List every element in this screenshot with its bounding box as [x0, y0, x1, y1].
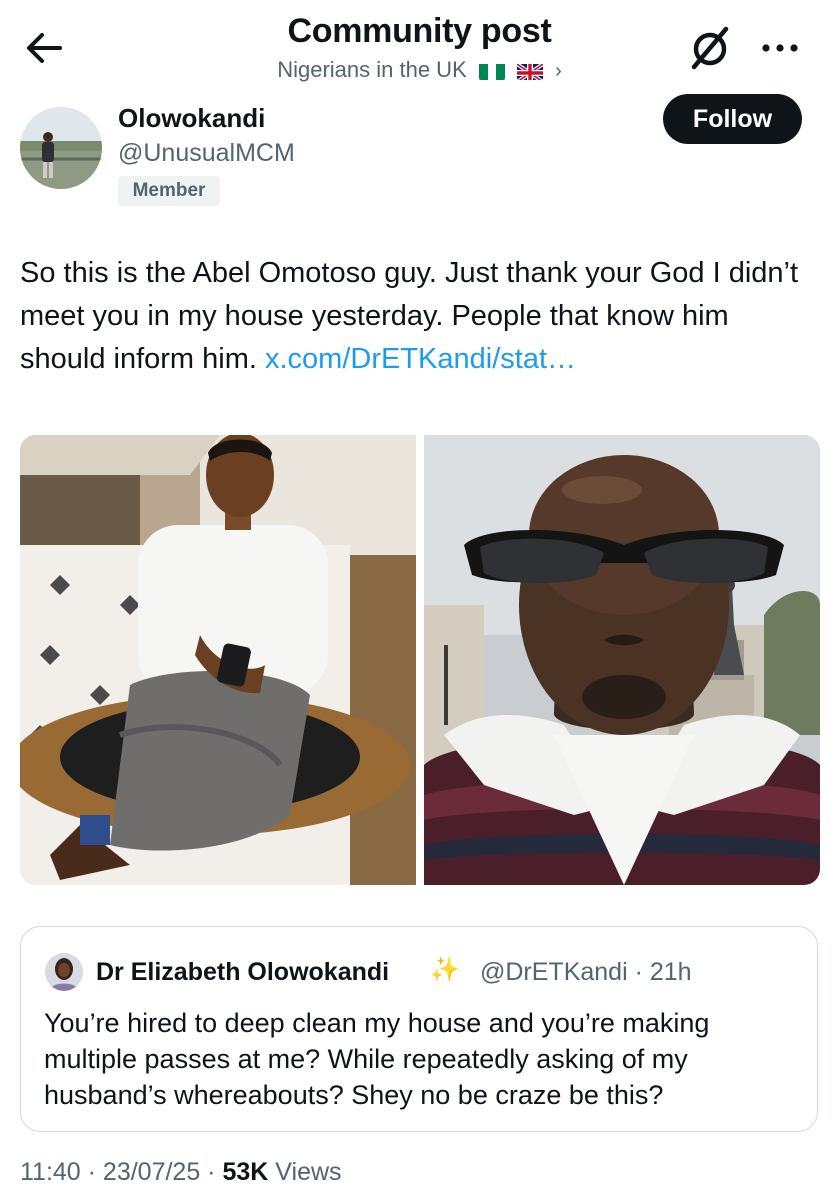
- author-handle[interactable]: @UnusualMCM: [118, 139, 295, 168]
- follow-button[interactable]: Follow: [663, 94, 802, 144]
- quote-author-name: Dr Elizabeth Olowokandi: [96, 958, 390, 986]
- post-text: So this is the Abel Omotoso guy. Just th…: [20, 252, 820, 381]
- post-timestamp: 11:40 · 23/07/25 ·: [20, 1158, 223, 1186]
- views-count: 53K: [222, 1158, 269, 1186]
- post-photo-1[interactable]: [20, 435, 416, 885]
- post-meta: 11:40 · 23/07/25 · 53K Views: [20, 1158, 342, 1187]
- post-photo-2[interactable]: [424, 435, 820, 885]
- uk-flag-icon: [517, 62, 543, 80]
- quote-text: You’re hired to deep clean my house and …: [44, 1008, 710, 1110]
- post-link[interactable]: x.com/DrETKandi/stat…: [265, 343, 576, 375]
- community-name: Nigerians in the UK: [277, 57, 467, 82]
- views-label: Views: [268, 1158, 342, 1186]
- quote-author-handle: @DrETKandi · 21h: [480, 958, 692, 986]
- member-badge: Member: [118, 176, 220, 206]
- author-avatar[interactable]: [20, 107, 102, 189]
- grok-icon[interactable]: [686, 25, 734, 71]
- quote-author-avatar[interactable]: [45, 953, 83, 991]
- author-name[interactable]: Olowokandi: [118, 103, 265, 134]
- sparkles-icon: ✨: [430, 956, 460, 983]
- more-options-icon[interactable]: [760, 36, 800, 60]
- chevron-right-icon: ›: [555, 60, 562, 82]
- nigeria-flag-icon: [478, 62, 505, 80]
